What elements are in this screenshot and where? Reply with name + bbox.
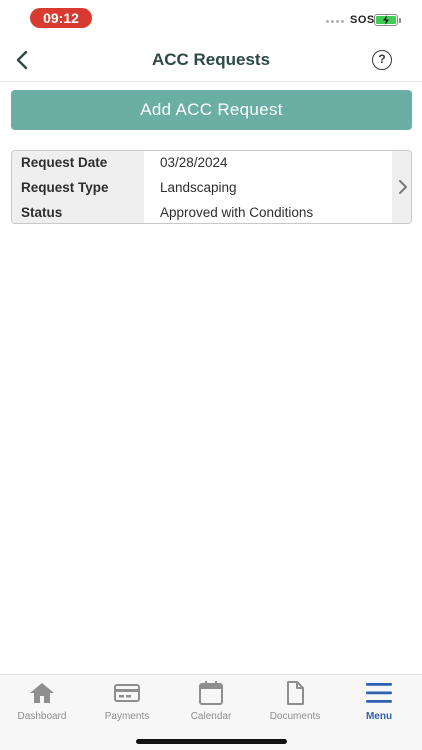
tab-documents[interactable]: Documents	[253, 679, 337, 729]
home-indicator	[136, 739, 287, 744]
request-type-value: Landscaping	[160, 180, 237, 195]
status-time: 09:12	[30, 8, 92, 28]
hamburger-menu-icon	[366, 683, 392, 703]
status-bar: 09:12 SOS	[0, 0, 422, 40]
request-date-value: 03/28/2024	[160, 155, 228, 170]
home-icon	[30, 683, 54, 703]
request-values: 03/28/2024 Landscaping Approved with Con…	[144, 151, 392, 223]
request-card[interactable]: Request Date Request Type Status 03/28/2…	[11, 150, 412, 224]
calendar-icon	[199, 681, 223, 705]
add-acc-request-button[interactable]: Add ACC Request	[11, 90, 412, 130]
chevron-right-icon	[398, 180, 407, 194]
request-status-label: Status	[21, 205, 63, 220]
tab-calendar[interactable]: Calendar	[169, 679, 253, 729]
request-status-value: Approved with Conditions	[160, 205, 314, 220]
document-icon	[287, 681, 304, 705]
card-disclosure[interactable]	[392, 151, 411, 223]
tab-label: Dashboard	[17, 711, 67, 722]
tab-label: Menu	[365, 711, 393, 722]
page-title: ACC Requests	[151, 50, 271, 69]
signal-dots-icon	[326, 20, 344, 23]
tab-label: Payments	[104, 711, 150, 722]
request-type-label: Request Type	[21, 180, 109, 195]
battery-tip	[399, 18, 401, 23]
request-labels: Request Date Request Type Status	[12, 151, 144, 223]
question-circle-icon[interactable]: ?	[372, 50, 392, 70]
tab-label: Calendar	[190, 711, 232, 722]
tab-label: Documents	[269, 711, 321, 722]
tab-menu[interactable]: Menu	[337, 679, 421, 729]
tab-payments[interactable]: Payments	[85, 679, 169, 729]
tab-dashboard[interactable]: Dashboard	[0, 679, 84, 729]
credit-card-icon	[114, 684, 140, 702]
request-date-label: Request Date	[21, 155, 108, 170]
battery-icon	[374, 14, 398, 26]
nav-header: ACC Requests ?	[0, 40, 422, 82]
carrier-label: SOS	[350, 14, 375, 26]
